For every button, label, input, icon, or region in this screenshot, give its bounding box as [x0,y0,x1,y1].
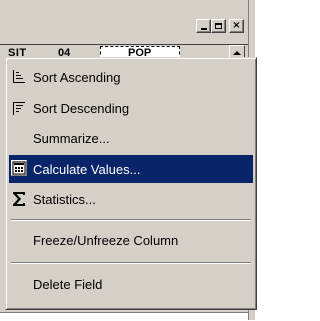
close-button[interactable]: × [229,19,244,33]
menu-separator [11,262,251,264]
menu-item-label: Statistics... [33,191,96,207]
menu-item-sort-ascending[interactable]: Sort Ascending [9,63,253,91]
column-header-sit[interactable]: SIT [8,44,27,58]
field-context-menu: Sort Ascending Sort Descending Summarize… [5,57,257,310]
menu-item-delete-field[interactable]: Delete Field [9,270,253,298]
menu-item-freeze-unfreeze-column[interactable]: Freeze/Unfreeze Column [9,226,253,254]
sigma-icon [13,192,25,206]
menu-item-calculate-values[interactable]: Calculate Values... [9,155,253,183]
menu-item-label: Sort Descending [33,100,130,116]
menu-item-summarize[interactable]: Summarize... [9,124,253,152]
column-header-04[interactable]: 04 [58,44,70,58]
minimize-button[interactable] [196,19,211,33]
menu-item-label: Sort Ascending [33,69,121,85]
desktop-background [255,0,281,320]
menu-item-label: Delete Field [33,276,103,292]
arrow-up-icon [233,50,241,55]
sort-descending-icon [13,102,25,115]
calculator-icon [11,160,27,176]
maximize-button[interactable] [211,19,226,33]
sort-ascending-icon [13,70,25,83]
menu-item-label: Summarize... [33,130,110,146]
column-header-pop[interactable]: POP [128,44,151,58]
maximize-icon [215,23,222,29]
menu-item-label: Freeze/Unfreeze Column [33,232,179,248]
menu-item-sort-descending[interactable]: Sort Descending [9,94,253,122]
minimize-icon [200,28,207,30]
menu-item-statistics[interactable]: Statistics... [9,185,253,213]
menu-separator [11,219,251,221]
close-icon: × [232,20,241,31]
menu-item-label: Calculate Values... [33,161,141,177]
